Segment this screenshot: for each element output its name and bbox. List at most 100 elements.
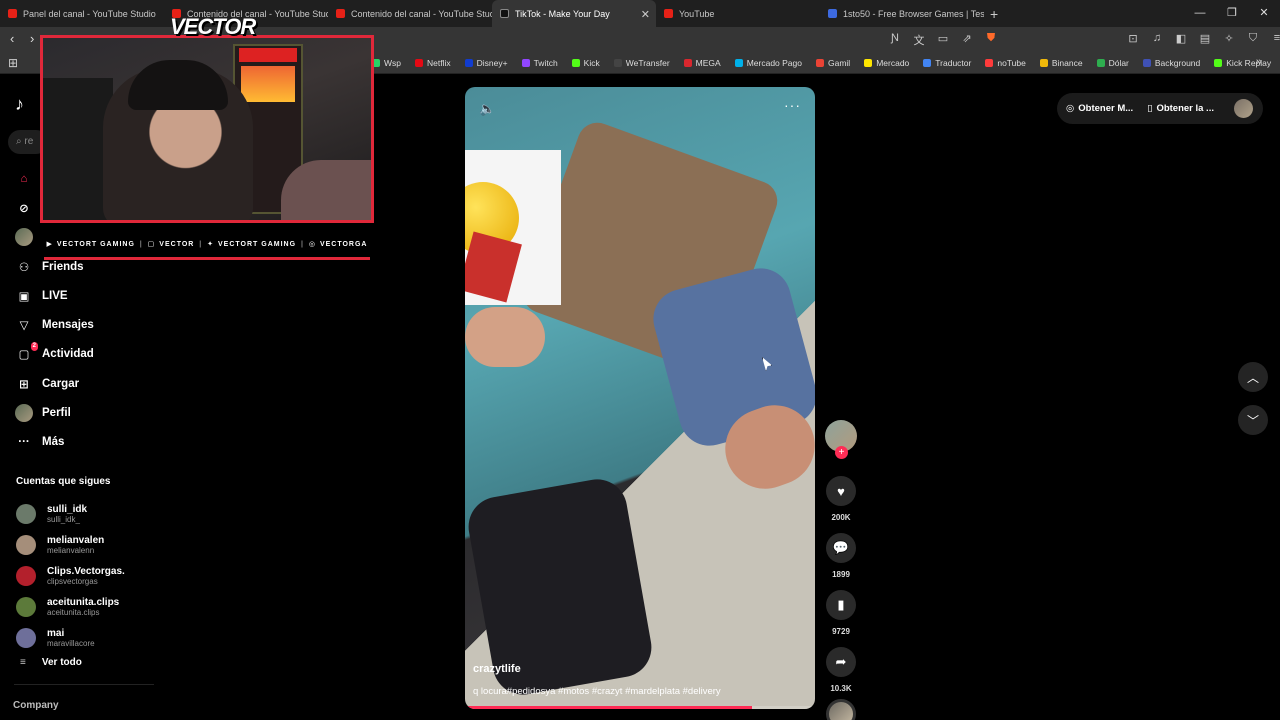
comment-action[interactable]: 💬 1899 [826,533,856,579]
share-icon[interactable]: ⇗ [960,32,974,48]
tab-youtube-studio-content-2[interactable]: Contenido del canal - YouTube Studio [328,0,492,27]
following-item[interactable]: aceitunita.clips aceitunita.clips [16,592,125,623]
tab-tiktok[interactable]: TikTok - Make Your Day ✕ [492,0,656,27]
company-link[interactable]: Company [13,700,59,711]
menu-icon[interactable]: ≡ [1270,32,1280,45]
nav-more[interactable]: ··· Más [14,428,94,457]
heart-icon[interactable]: ♥ [826,476,856,506]
apps-grid-icon[interactable]: ⊞ [8,56,18,70]
following-item[interactable]: Clips.Vectorgas. clipsvectorgas [16,560,125,591]
close-window-icon[interactable]: ✕ [1248,0,1280,27]
get-app-button[interactable]: ▯ Obtener la ... [1147,103,1214,114]
following-item[interactable]: mai maravillacore [16,623,125,654]
translate-icon[interactable]: 文 [912,32,926,48]
youtube-icon [336,9,345,18]
wallet-icon[interactable]: ▤ [1198,32,1212,45]
bookmark-icon[interactable]: ▮ [826,590,856,620]
share-action[interactable]: ➦ 10.3K [826,647,856,693]
bookmark-icon [613,59,622,67]
bookmark-item[interactable]: Kick [571,58,600,68]
window-controls: — ❐ ✕ [1184,0,1280,27]
sidebar-icon[interactable]: ◧ [1174,32,1188,45]
following-item[interactable]: sulli_idk sulli_idk_ [16,498,125,529]
creator-avatar[interactable]: + [825,420,857,459]
bookmark-item[interactable]: Mercado [864,58,909,68]
bookmark-icon [1096,59,1105,67]
comment-icon[interactable]: 💬 [826,533,856,563]
volume-icon[interactable]: 🔈 [479,101,495,117]
bookmark-icon [816,59,824,67]
save-action[interactable]: ▮ 9729 [826,590,856,636]
nav-profile[interactable]: Perfil [14,398,94,427]
following-item[interactable]: melianvalen melianvalenn [16,529,125,560]
video-author[interactable]: crazytlife [473,663,521,675]
nav-activity[interactable]: ▢ 2 Actividad [14,340,94,369]
youtube-icon [664,9,673,18]
bookmark-item[interactable]: Binance [1039,58,1083,68]
toolbar-actions: ⊡ ♫ ◧ ▤ ✧ ⛉ ≡ [1126,32,1280,45]
tab-youtube[interactable]: YouTube [656,0,820,27]
ai-icon[interactable]: ✧ [1222,32,1236,45]
social-youtube: ▶ VECTORT GAMING [46,240,135,249]
screenshot-icon[interactable]: ⊡ [1126,32,1140,45]
bookmark-icon [683,59,692,67]
nav-live[interactable]: ▣ LIVE [14,281,94,310]
bookmark-item[interactable]: MEGA [683,58,721,68]
bookmark-item[interactable]: Netflix [415,58,451,68]
minimize-icon[interactable]: — [1184,0,1216,27]
bookmark-item[interactable]: Background [1142,58,1200,68]
see-all-button[interactable]: ≡ Ver todo [20,657,82,668]
chevron-up-icon: ︿ [1246,370,1259,385]
game-icon [828,9,837,18]
webcam-overlay [40,35,374,223]
tab-youtube-studio-panel[interactable]: Panel del canal - YouTube Studio [0,0,164,27]
vpn-icon[interactable]: ⛉ [1246,32,1260,45]
chevron-down-icon: ﹀ [1246,413,1259,428]
brave-shield-icon[interactable]: ⛊ [984,32,998,48]
bookmark-item[interactable]: Twitch [521,58,558,68]
bookmark-item[interactable]: Gamil [816,58,850,68]
bookmark-item[interactable]: WeTransfer [613,58,670,68]
music-disc[interactable] [826,699,856,720]
bookmark-item[interactable]: Disney+ [464,58,508,68]
bookmark-item[interactable]: noTube [985,58,1026,68]
follow-plus-icon[interactable]: + [835,446,848,459]
nav-messages[interactable]: ▽ Mensajes [14,310,94,339]
previous-video-button[interactable]: ︿ [1238,362,1268,392]
close-tab-icon[interactable]: ✕ [641,8,650,21]
bookmark-item[interactable]: Traductor [923,58,971,68]
more-bookmarks-icon[interactable]: » [1256,56,1262,68]
new-tab-button[interactable]: + [990,6,998,22]
forward-icon[interactable]: › [30,31,34,46]
divider [14,684,154,685]
music-icon[interactable]: ♫ [1150,32,1164,45]
list-icon: ≡ [20,657,26,668]
bookmark-item[interactable]: Wsp [372,58,401,68]
cast-icon[interactable]: ▭ [936,32,950,48]
next-video-button[interactable]: ﹀ [1238,405,1268,435]
tiktok-icon [500,9,509,18]
back-icon[interactable]: ‹ [10,31,14,46]
reader-icon[interactable]: Ɲ [888,32,902,48]
tab-1sto50[interactable]: 1sto50 - Free Browser Games | Test Y [820,0,984,27]
video-player[interactable]: 🔈 ··· crazytlife q locura#pedidosya #mot… [465,87,815,709]
inbox-icon: ▽ [19,320,29,333]
like-action[interactable]: ♥ 200K [826,476,856,522]
video-progress[interactable] [465,706,815,709]
bookmark-icon [864,59,873,67]
avatar[interactable] [1234,99,1253,118]
nav-upload[interactable]: ⊞ Cargar [14,369,94,398]
tiktok-logo[interactable]: ♪ [15,94,24,115]
get-coins-button[interactable]: ◎ Obtener M... [1066,103,1133,114]
share-icon[interactable]: ➦ [826,647,856,677]
video-actions: + ♥ 200K 💬 1899 ▮ 9729 ➦ 10.3K [824,420,858,720]
more-options-icon[interactable]: ··· [784,97,801,113]
bookmark-item[interactable]: Dólar [1096,58,1129,68]
restore-icon[interactable]: ❐ [1216,0,1248,27]
following-icon [14,227,34,247]
bookmark-item[interactable]: Mercado Pago [734,58,802,68]
following-list: sulli_idk sulli_idk_ melianvalen melianval… [16,498,125,654]
bookmark-item[interactable]: Kick Replay [1214,58,1271,68]
social-handles-bar: ▶ VECTORT GAMING | ▢ VECTOR | ✦ VECTORT GAM… [44,231,370,260]
vector-logo: VECTOR [170,14,256,39]
